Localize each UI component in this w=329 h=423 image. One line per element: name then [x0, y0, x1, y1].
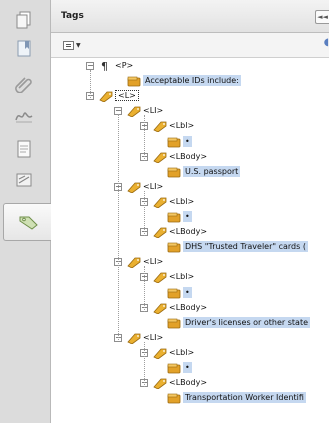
tag-icon	[127, 332, 141, 345]
scroll-indicator-icon: ◖	[323, 37, 329, 48]
panel-header: Tags ◄◄	[51, 0, 329, 33]
content-label: Transportation Worker Identifi	[183, 392, 306, 404]
tag-label: <LBody>	[169, 227, 208, 237]
tag-icon	[153, 271, 167, 284]
tags-panel-button[interactable]	[3, 203, 51, 241]
attachments-icon[interactable]	[12, 72, 36, 96]
content-item-icon	[167, 392, 181, 404]
paragraph-icon: ¶	[99, 60, 113, 73]
tree-guide-line	[90, 70, 91, 98]
options-menu-button[interactable]: ▼	[63, 39, 83, 51]
tag-label: <LBody>	[169, 151, 208, 161]
tag-label: <Lbl>	[169, 347, 195, 357]
content-label: Acceptable IDs include:	[143, 75, 241, 87]
content-label: DHS "Trusted Traveler" cards (	[183, 241, 308, 253]
tag-label: <LI>	[143, 181, 164, 191]
content-item-icon	[167, 211, 181, 223]
content-label: Driver's licenses or other state	[183, 316, 311, 328]
bullet-content-label: •	[183, 135, 192, 147]
tag-label: <LI>	[143, 106, 164, 116]
tag-icon	[127, 256, 141, 269]
pages-icon[interactable]	[12, 8, 36, 32]
content-item-icon	[127, 75, 141, 87]
chevron-down-icon: ▼	[76, 41, 81, 49]
tag-label: <P>	[115, 61, 134, 70]
navigation-rail	[0, 0, 51, 423]
tree-guide-line	[118, 114, 119, 340]
content-item-icon	[167, 317, 181, 329]
tree-guide-line	[144, 266, 145, 312]
tag-label: <Lbl>	[169, 121, 195, 131]
bullet-content-label: •	[183, 362, 192, 373]
signatures-icon[interactable]	[12, 104, 36, 128]
tag-label: <LI>	[143, 332, 164, 342]
tag-label: <Lbl>	[169, 272, 195, 282]
content-item-icon	[167, 287, 181, 299]
tag-label: <L>	[115, 90, 139, 102]
tag-icon	[153, 120, 167, 133]
content-item-icon	[167, 362, 181, 374]
tag-icon	[153, 226, 167, 239]
collapse-toggle-icon[interactable]: −	[86, 62, 94, 70]
bullet-content-label: •	[183, 211, 192, 222]
content-item-icon	[167, 166, 181, 178]
content-icon[interactable]	[12, 137, 36, 161]
bookmarks-icon[interactable]	[12, 37, 36, 61]
tree-guide-line	[144, 341, 145, 388]
content-label: U.S. passport	[183, 165, 241, 177]
tag-label: <LBody>	[169, 302, 208, 312]
layers-icon[interactable]	[12, 168, 36, 192]
tag-icon	[153, 377, 167, 390]
tag-icon	[127, 181, 141, 194]
bullet-content-label: •	[183, 286, 192, 298]
collapse-panel-button[interactable]: ◄◄	[315, 10, 329, 24]
tag-label: <LBody>	[169, 378, 208, 388]
tag-label: <Lbl>	[169, 196, 195, 206]
tags-tree: − ¶ <P> Acceptable IDs include: − <L> − <LI> − <L…	[51, 58, 329, 423]
tag-icon	[153, 302, 167, 315]
tag-icon	[127, 105, 141, 118]
content-item-icon	[167, 241, 181, 253]
tag-icon	[153, 347, 167, 360]
tag-icon	[153, 196, 167, 209]
tree-content-row[interactable]: Transportation Worker Identifi	[51, 390, 329, 407]
tags-toolbar: ▼ ◖	[51, 33, 329, 58]
tree-guide-line	[144, 115, 145, 161]
tag-icon	[153, 151, 167, 164]
content-item-icon	[167, 136, 181, 148]
tree-guide-line	[144, 190, 145, 237]
svg-text:¶: ¶	[101, 60, 108, 72]
options-icon	[63, 40, 74, 50]
tags-icon	[19, 216, 38, 230]
panel-title: Tags	[61, 11, 84, 21]
tag-icon	[99, 90, 113, 103]
tag-label: <LI>	[143, 257, 164, 267]
